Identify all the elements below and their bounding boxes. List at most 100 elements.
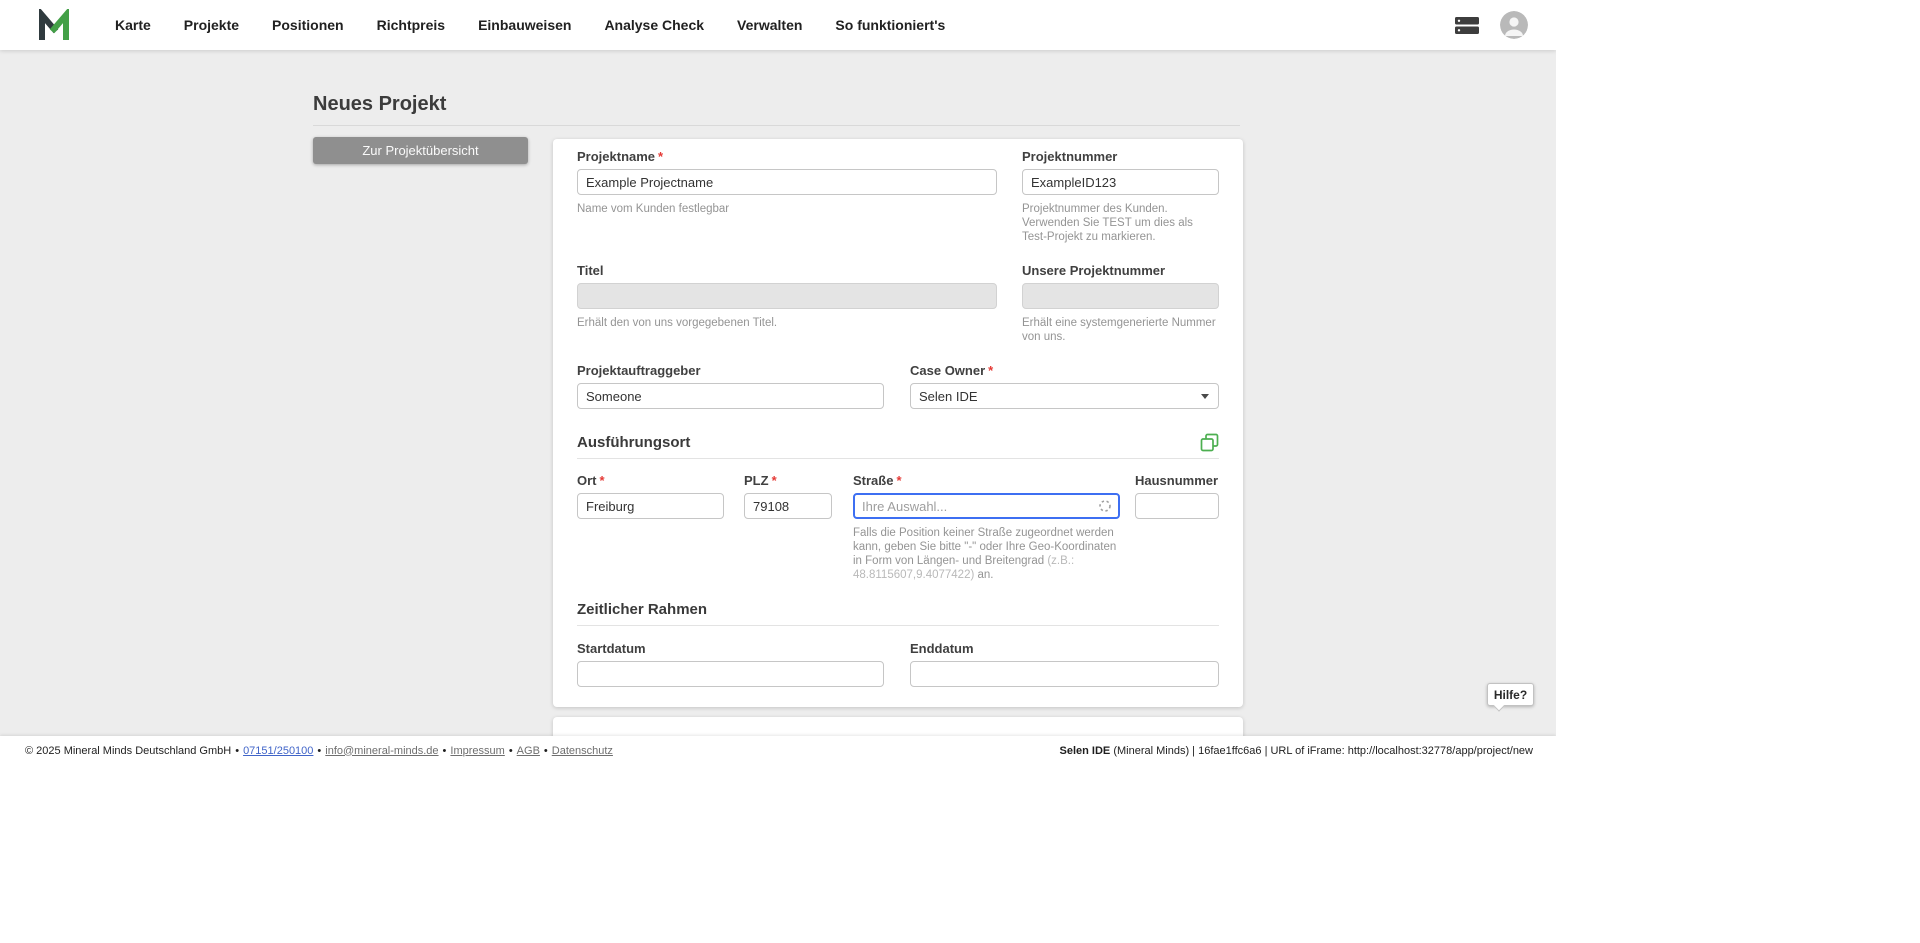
label-text: Enddatum bbox=[910, 641, 974, 656]
nav-item-karte[interactable]: Karte bbox=[115, 17, 151, 33]
label-text: Case Owner bbox=[910, 363, 985, 378]
startdatum-input[interactable] bbox=[577, 661, 884, 687]
footer-session-rest: (Mineral Minds) | 16fae1ffc6a6 | URL of … bbox=[1110, 745, 1533, 757]
footer-copyright: © 2025 Mineral Minds Deutschland GmbH bbox=[25, 745, 231, 757]
unsere-projektnummer-help: Erhält eine systemgenerierte Nummer von … bbox=[1022, 316, 1219, 344]
required-mark: * bbox=[896, 473, 901, 488]
project-form-card: Projektname* Name vom Kunden festlegbar … bbox=[553, 139, 1243, 707]
label-text: Hausnummer bbox=[1135, 473, 1218, 488]
strasse-label: Straße* bbox=[853, 474, 1120, 487]
footer-phone-link[interactable]: 07151/250100 bbox=[243, 745, 313, 757]
app-viewport: Karte Projekte Positionen Richtpreis Ein… bbox=[0, 0, 1556, 765]
field-projektnummer: Projektnummer Projektnummer des Kunden. … bbox=[1022, 150, 1219, 244]
strasse-help: Falls die Position keiner Straße zugeord… bbox=[853, 526, 1120, 582]
plz-label: PLZ* bbox=[744, 474, 832, 487]
strasse-input[interactable] bbox=[853, 493, 1120, 519]
footer-separator: • bbox=[235, 745, 239, 757]
unsere-projektnummer-input bbox=[1022, 283, 1219, 309]
page-title: Neues Projekt bbox=[313, 93, 446, 116]
startdatum-label: Startdatum bbox=[577, 642, 884, 655]
ort-input[interactable] bbox=[577, 493, 724, 519]
ort-label: Ort* bbox=[577, 474, 724, 487]
strasse-help-main: Falls die Position keiner Straße zugeord… bbox=[853, 527, 1116, 567]
section-divider bbox=[577, 458, 1219, 459]
case-owner-label: Case Owner* bbox=[910, 364, 1219, 377]
projektname-help: Name vom Kunden festlegbar bbox=[577, 202, 997, 216]
label-text: Projektname bbox=[577, 149, 655, 164]
title-divider bbox=[313, 125, 1240, 126]
projektnummer-input[interactable] bbox=[1022, 169, 1219, 195]
label-text: Straße bbox=[853, 473, 893, 488]
server-icon[interactable] bbox=[1454, 14, 1480, 36]
label-text: PLZ bbox=[744, 473, 769, 488]
field-strasse: Straße* Falls die Position keiner Straße… bbox=[853, 474, 1120, 582]
footer-separator: • bbox=[317, 745, 321, 757]
footer-agb-link[interactable]: AGB bbox=[517, 745, 540, 757]
enddatum-input[interactable] bbox=[910, 661, 1219, 687]
footer-impressum-link[interactable]: Impressum bbox=[450, 745, 504, 757]
enddatum-label: Enddatum bbox=[910, 642, 1219, 655]
loading-spinner-icon bbox=[1098, 499, 1112, 513]
projektauftraggeber-label: Projektauftraggeber bbox=[577, 364, 884, 377]
field-plz: PLZ* bbox=[744, 474, 832, 519]
app-footer: © 2025 Mineral Minds Deutschland GmbH • … bbox=[0, 736, 1556, 765]
field-titel: Titel Erhält den von uns vorgegebenen Ti… bbox=[577, 264, 997, 330]
field-case-owner: Case Owner* Selen IDE bbox=[910, 364, 1219, 409]
copy-icon[interactable] bbox=[1200, 433, 1219, 452]
footer-left: © 2025 Mineral Minds Deutschland GmbH • … bbox=[25, 745, 613, 757]
label-text: Ort bbox=[577, 473, 597, 488]
titel-help: Erhält den von uns vorgegebenen Titel. bbox=[577, 316, 997, 330]
nav-item-positionen[interactable]: Positionen bbox=[272, 17, 344, 33]
field-ort: Ort* bbox=[577, 474, 724, 519]
person-icon bbox=[1500, 11, 1528, 39]
field-projektauftraggeber: Projektauftraggeber bbox=[577, 364, 884, 409]
field-enddatum: Enddatum bbox=[910, 642, 1219, 687]
section-divider bbox=[577, 625, 1219, 626]
required-mark: * bbox=[658, 149, 663, 164]
case-owner-select[interactable]: Selen IDE bbox=[910, 383, 1219, 409]
projektname-input[interactable] bbox=[577, 169, 997, 195]
navbar-right bbox=[1454, 11, 1528, 39]
ausfuehrungsort-heading: Ausführungsort bbox=[577, 434, 690, 451]
label-text: Titel bbox=[577, 263, 604, 278]
label-text: Unsere Projektnummer bbox=[1022, 263, 1165, 278]
nav-item-verwalten[interactable]: Verwalten bbox=[737, 17, 802, 33]
unsere-projektnummer-label: Unsere Projektnummer bbox=[1022, 264, 1219, 277]
label-text: Projektauftraggeber bbox=[577, 363, 701, 378]
plz-input[interactable] bbox=[744, 493, 832, 519]
user-avatar[interactable] bbox=[1500, 11, 1528, 39]
field-projektname: Projektname* Name vom Kunden festlegbar bbox=[577, 150, 997, 216]
project-overview-button[interactable]: Zur Projektübersicht bbox=[313, 137, 528, 164]
footer-session-user: Selen IDE bbox=[1060, 745, 1111, 757]
nav-item-richtpreis[interactable]: Richtpreis bbox=[377, 17, 445, 33]
case-owner-value: Selen IDE bbox=[919, 389, 978, 404]
field-startdatum: Startdatum bbox=[577, 642, 884, 687]
footer-datenschutz-link[interactable]: Datenschutz bbox=[552, 745, 613, 757]
label-text: Projektnummer bbox=[1022, 149, 1117, 164]
required-mark: * bbox=[988, 363, 993, 378]
footer-session-info: Selen IDE (Mineral Minds) | 16fae1ffc6a6… bbox=[1060, 745, 1533, 757]
projektauftraggeber-input[interactable] bbox=[577, 383, 884, 409]
logo-m-icon bbox=[36, 9, 72, 41]
zeitlicher-rahmen-heading: Zeitlicher Rahmen bbox=[577, 601, 707, 618]
titel-label: Titel bbox=[577, 264, 997, 277]
strasse-help-suffix: an. bbox=[974, 569, 993, 581]
help-button[interactable]: Hilfe? bbox=[1487, 683, 1534, 706]
brand-logo[interactable] bbox=[36, 9, 72, 41]
strasse-input-wrap bbox=[853, 493, 1120, 519]
hausnummer-label: Hausnummer bbox=[1135, 474, 1219, 487]
footer-email-link[interactable]: info@mineral-minds.de bbox=[325, 745, 438, 757]
section-zeitlicher-rahmen: Zeitlicher Rahmen bbox=[577, 601, 1219, 618]
main-nav: Karte Projekte Positionen Richtpreis Ein… bbox=[115, 17, 945, 33]
nav-item-so-funktionierts[interactable]: So funktioniert's bbox=[835, 17, 945, 33]
nav-item-projekte[interactable]: Projekte bbox=[184, 17, 239, 33]
nav-item-einbauweisen[interactable]: Einbauweisen bbox=[478, 17, 571, 33]
nav-item-analyse-check[interactable]: Analyse Check bbox=[604, 17, 704, 33]
footer-separator: • bbox=[443, 745, 447, 757]
top-navbar: Karte Projekte Positionen Richtpreis Ein… bbox=[0, 0, 1556, 50]
required-mark: * bbox=[600, 473, 605, 488]
footer-separator: • bbox=[544, 745, 548, 757]
hausnummer-input[interactable] bbox=[1135, 493, 1219, 519]
label-text: Startdatum bbox=[577, 641, 646, 656]
projektname-label: Projektname* bbox=[577, 150, 997, 163]
